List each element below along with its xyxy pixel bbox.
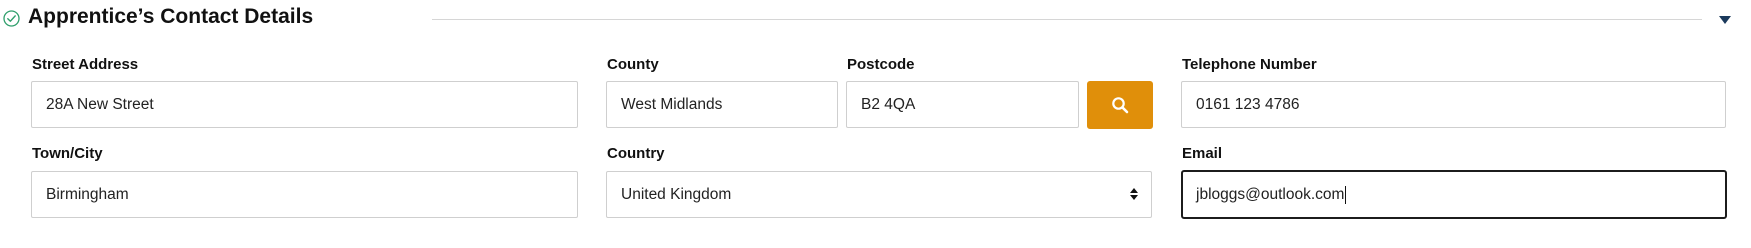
county-label: County (607, 56, 659, 73)
telephone-input[interactable]: 0161 123 4786 (1181, 81, 1726, 128)
postcode-input[interactable]: B2 4QA (846, 81, 1079, 128)
email-label: Email (1182, 145, 1223, 162)
country-select[interactable]: United Kingdom (606, 171, 1152, 218)
check-circle-icon (3, 10, 20, 27)
town-city-label: Town/City (32, 145, 103, 162)
section-divider (432, 19, 1702, 20)
email-value: jbloggs@outlook.com (1196, 185, 1345, 203)
section-header[interactable]: Apprentice’s Contact Details (0, 0, 1751, 38)
country-label: Country (607, 145, 665, 162)
caret-down-icon[interactable] (1719, 16, 1731, 24)
text-cursor (1345, 185, 1347, 204)
search-icon (1112, 97, 1129, 114)
street-address-input[interactable]: 28A New Street (31, 81, 578, 128)
telephone-label: Telephone Number (1182, 56, 1317, 73)
street-address-value: 28A New Street (46, 95, 154, 113)
town-city-input[interactable]: Birmingham (31, 171, 578, 218)
town-city-value: Birmingham (46, 185, 129, 203)
section-title: Apprentice’s Contact Details (28, 5, 314, 28)
email-input[interactable]: jbloggs@outlook.com (1181, 170, 1727, 219)
county-value: West Midlands (621, 95, 723, 113)
postcode-value: B2 4QA (861, 95, 916, 113)
postcode-label: Postcode (847, 56, 915, 73)
telephone-value: 0161 123 4786 (1196, 95, 1300, 113)
county-input[interactable]: West Midlands (606, 81, 838, 128)
sort-arrows-icon (1130, 188, 1138, 200)
street-address-label: Street Address (32, 56, 139, 73)
country-value: United Kingdom (621, 185, 732, 203)
postcode-search-button[interactable] (1087, 81, 1153, 129)
